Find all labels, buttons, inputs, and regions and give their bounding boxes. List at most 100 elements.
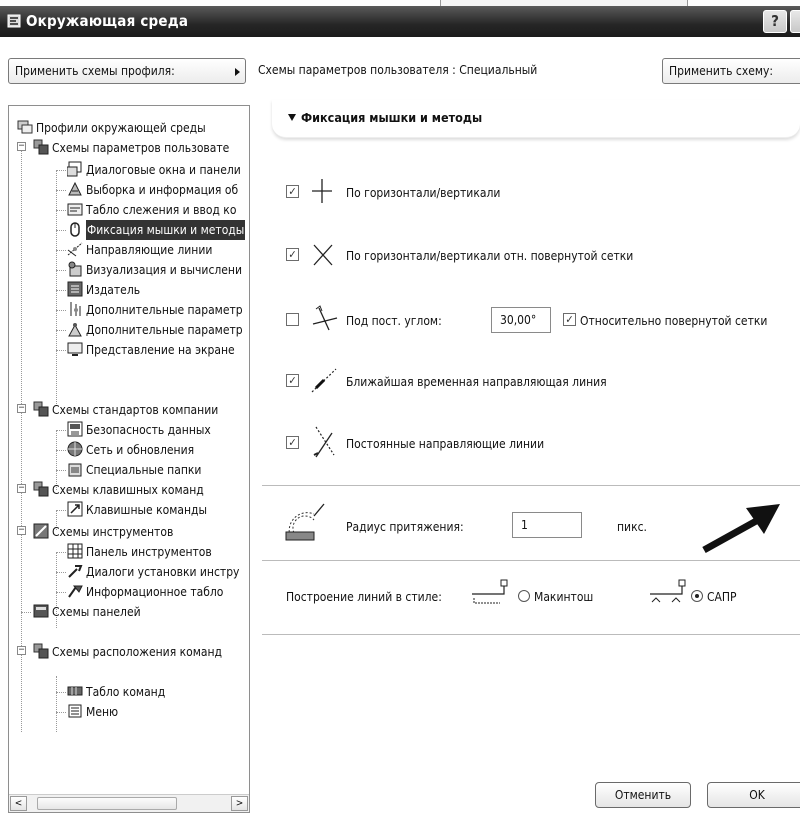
tree-item-label: Дополнительные параметр xyxy=(86,323,243,337)
tree-item-command-layout-schemes[interactable]: Схемы расположения команд xyxy=(33,642,222,662)
tree-item-menu[interactable]: Меню xyxy=(67,702,118,722)
temp-guide-label: Ближайшая временная направляющая линия xyxy=(346,375,607,389)
temporary-guide-icon xyxy=(311,368,337,393)
tree-item-dialogs[interactable]: Диалоговые окна и панели xyxy=(67,160,241,180)
tree-item-profiles[interactable]: Профили окружающей среды xyxy=(17,118,206,138)
diagonal-cross-icon xyxy=(313,244,333,266)
tree-item-label: Меню xyxy=(86,705,119,719)
tree-connector xyxy=(56,330,66,331)
schema-label: Схемы параметров пользователя : Специаль… xyxy=(258,63,538,77)
section-header[interactable]: Фиксация мышки и методы xyxy=(272,100,800,138)
collapse-toggle[interactable]: − xyxy=(17,142,26,151)
tree-item-label: Безопасность данных xyxy=(86,423,211,437)
apply-scheme-label: Применить схему: xyxy=(669,64,774,78)
monitor-icon xyxy=(67,342,83,356)
settings-tree[interactable]: Профили окружающей среды − Схемы парамет… xyxy=(8,105,250,813)
tree-connector xyxy=(56,450,66,451)
tree-connector xyxy=(56,712,66,713)
scroll-right-button[interactable]: > xyxy=(231,796,248,811)
line-style-label: Построение линий в стиле: xyxy=(286,590,442,604)
toolbox-grid-icon xyxy=(67,543,83,559)
tree-item-mouse-snap[interactable]: Фиксация мышки и методы xyxy=(67,220,246,240)
panel-schemes-icon xyxy=(33,604,49,618)
tree-item-data-safety[interactable]: Безопасность данных xyxy=(67,420,211,440)
tree-item-label: Представление на экране xyxy=(86,343,235,357)
radius-input[interactable]: 1 xyxy=(512,512,582,538)
apply-profile-dropdown[interactable]: Применить схемы профиля: xyxy=(8,58,246,84)
environment-icon xyxy=(7,14,21,28)
apply-scheme-dropdown[interactable]: Применить схему: xyxy=(662,58,800,84)
tree-item-label: Схемы параметров пользовате xyxy=(52,141,230,155)
tree-item-network[interactable]: Сеть и обновления xyxy=(67,440,194,460)
constant-angle-checkbox[interactable] xyxy=(286,313,299,326)
tree-connector xyxy=(56,552,66,553)
rotated-grid-checkbox[interactable]: ✓ xyxy=(286,248,299,261)
tree-item-tool-schemes[interactable]: Схемы инструментов xyxy=(33,522,173,542)
permanent-guide-checkbox[interactable]: ✓ xyxy=(286,436,299,449)
tree-item-shortcuts[interactable]: Клавишные команды xyxy=(67,500,207,520)
angle-input[interactable]: 30,00° xyxy=(491,307,551,333)
temp-guide-checkbox[interactable]: ✓ xyxy=(286,374,299,387)
tree-item-selection-info[interactable]: Выборка и информация об xyxy=(67,180,238,200)
scroll-left-button[interactable]: < xyxy=(10,796,27,811)
collapse-toggle[interactable]: − xyxy=(17,526,26,535)
mac-style-radio[interactable] xyxy=(518,590,530,602)
globe-icon xyxy=(67,441,83,457)
tree-item-info-box[interactable]: Информационное табло xyxy=(67,582,223,602)
shortcut-key-icon xyxy=(67,501,83,517)
additional-params-icon xyxy=(70,302,81,316)
tree-item-label: Дополнительные параметр xyxy=(86,303,243,317)
tool-settings-icon xyxy=(68,565,83,578)
tree-item-screen-view[interactable]: Представление на экране xyxy=(67,340,235,360)
dropdown-arrow-icon xyxy=(235,68,240,76)
tree-item-panel-schemes[interactable]: Схемы панелей xyxy=(33,602,141,622)
tree-item-command-board[interactable]: Табло команд xyxy=(67,682,165,702)
tree-connector xyxy=(56,230,66,231)
cancel-button[interactable]: Отменить xyxy=(595,782,691,808)
collapse-toggle[interactable]: − xyxy=(17,484,26,493)
tree-item-visualization[interactable]: Визуализация и вычислени xyxy=(67,260,242,280)
ok-button[interactable]: OK xyxy=(707,782,800,808)
profiles-icon xyxy=(17,120,33,134)
collapse-toggle[interactable]: − xyxy=(17,646,26,655)
tree-item-toolbox[interactable]: Панель инструментов xyxy=(67,542,212,562)
tool-schemes-icon xyxy=(33,523,49,539)
gravity-radius-icon xyxy=(285,503,325,541)
horizontal-vertical-label: По горизонтали/вертикали xyxy=(346,186,501,200)
info-box-icon xyxy=(68,585,83,598)
collapse-toggle[interactable]: − xyxy=(17,404,26,413)
tree-item-additional-1[interactable]: Дополнительные параметр xyxy=(67,300,243,320)
tree-connector xyxy=(56,210,66,211)
tree-item-shortcut-schemes[interactable]: Схемы клавишных команд xyxy=(33,480,204,500)
horizontal-vertical-checkbox[interactable]: ✓ xyxy=(286,185,299,198)
tree-item-label: Направляющие линии xyxy=(86,243,213,257)
tree-item-label: Сеть и обновления xyxy=(86,443,195,457)
tree-connector xyxy=(56,270,66,271)
user-schemes-icon xyxy=(33,139,49,155)
tree-connector xyxy=(56,676,57,732)
tree-item-tracker[interactable]: Табло слежения и ввод ко xyxy=(67,200,236,220)
tree-connector xyxy=(21,612,31,613)
horizontal-vertical-icon xyxy=(312,179,332,203)
tree-item-label: Издатель xyxy=(86,283,141,297)
scroll-thumb[interactable] xyxy=(37,797,177,810)
tree-item-user-schemes[interactable]: Схемы параметров пользовате xyxy=(33,138,229,158)
tree-horizontal-scrollbar[interactable]: < > xyxy=(9,794,249,812)
tree-connector xyxy=(56,350,66,351)
tree-item-label: Визуализация и вычислени xyxy=(86,263,242,277)
help-button[interactable]: ? xyxy=(763,10,787,33)
tree-item-label: Схемы клавишных команд xyxy=(52,483,204,497)
relative-rotated-checkbox[interactable]: ✓ xyxy=(563,313,576,326)
tree-item-guide-lines[interactable]: Направляющие линии xyxy=(67,240,212,260)
tree-item-special-folders[interactable]: Специальные папки xyxy=(67,460,201,480)
tree-item-publisher[interactable]: Издатель xyxy=(67,280,140,300)
tree-item-label: Клавишные команды xyxy=(86,503,208,517)
cad-style-radio[interactable] xyxy=(691,590,703,602)
tree-item-additional-2[interactable]: Дополнительные параметр xyxy=(67,320,243,340)
tree-item-company-schemes[interactable]: Схемы стандартов компании xyxy=(33,400,218,420)
tree-item-label: Схемы расположения команд xyxy=(52,645,223,659)
shortcut-schemes-icon xyxy=(33,481,49,497)
constant-angle-icon xyxy=(312,305,338,331)
tree-item-tool-settings-dialogs[interactable]: Диалоги установки инстру xyxy=(67,562,239,582)
close-button[interactable] xyxy=(790,10,800,33)
